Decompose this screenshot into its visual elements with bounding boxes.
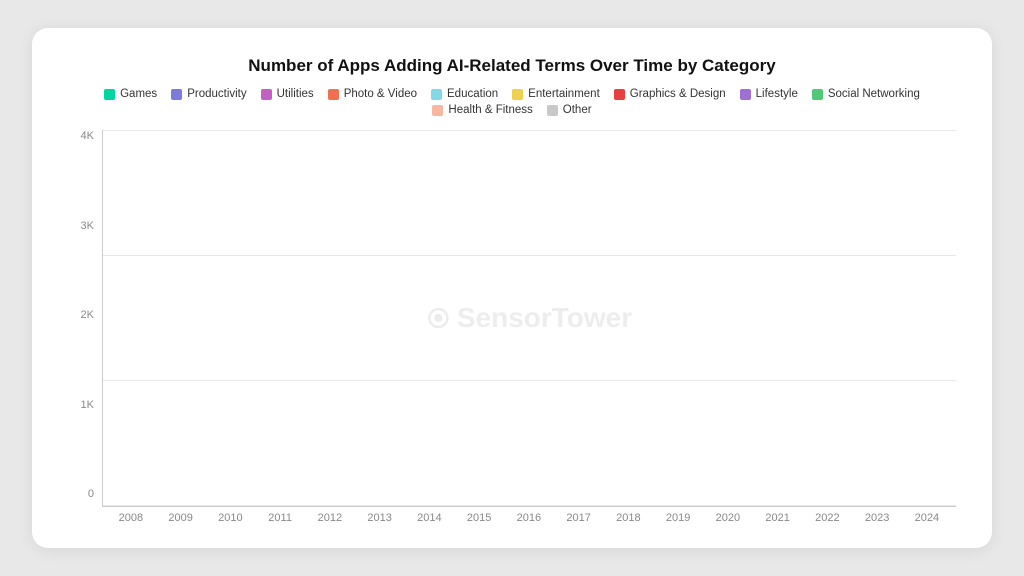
legend-item-entertainment: Entertainment <box>512 88 600 100</box>
x-label: 2023 <box>861 512 893 524</box>
chart-area: 01K2K3K4K SensorTower 200820092010201120… <box>68 130 956 524</box>
x-label: 2013 <box>364 512 396 524</box>
x-label: 2011 <box>264 512 296 524</box>
y-label: 2K <box>68 309 94 321</box>
chart-card: Number of Apps Adding AI-Related Terms O… <box>32 28 992 548</box>
y-label: 4K <box>68 130 94 142</box>
watermark-text: SensorTower <box>457 302 632 334</box>
legend: Games Productivity Utilities Photo & Video E… <box>68 88 956 116</box>
x-label: 2020 <box>712 512 744 524</box>
x-label: 2010 <box>214 512 246 524</box>
x-label: 2008 <box>115 512 147 524</box>
legend-item-productivity: Productivity <box>171 88 246 100</box>
x-labels: 2008 2009 2010 2011 2012 2013 2014 2015 2016 2017… <box>102 507 956 524</box>
legend-item-social-networking: Social Networking <box>812 88 920 100</box>
y-label: 0 <box>68 488 94 500</box>
x-label: 2016 <box>513 512 545 524</box>
x-label: 2019 <box>662 512 694 524</box>
y-label: 3K <box>68 220 94 232</box>
legend-item-health--fitness: Health & Fitness <box>432 104 532 116</box>
x-label: 2021 <box>762 512 794 524</box>
watermark: SensorTower <box>427 302 632 334</box>
y-label: 1K <box>68 399 94 411</box>
bars-row: SensorTower <box>103 130 956 506</box>
legend-item-lifestyle: Lifestyle <box>740 88 798 100</box>
legend-item-graphics--design: Graphics & Design <box>614 88 726 100</box>
x-label: 2018 <box>612 512 644 524</box>
x-label: 2012 <box>314 512 346 524</box>
bars-container: SensorTower <box>102 130 956 507</box>
legend-item-utilities: Utilities <box>261 88 314 100</box>
x-label: 2015 <box>463 512 495 524</box>
chart-inner: SensorTower 2008 2009 2010 2011 2012 2013 2014… <box>102 130 956 524</box>
legend-item-games: Games <box>104 88 157 100</box>
legend-item-education: Education <box>431 88 498 100</box>
legend-item-other: Other <box>547 104 592 116</box>
x-label: 2014 <box>413 512 445 524</box>
x-label: 2017 <box>563 512 595 524</box>
y-axis: 0 1K 2K 3K 4K <box>68 130 102 524</box>
legend-item-photo--video: Photo & Video <box>328 88 417 100</box>
x-label: 2022 <box>811 512 843 524</box>
chart-title: Number of Apps Adding AI-Related Terms O… <box>68 56 956 76</box>
x-label: 2009 <box>165 512 197 524</box>
x-label: 2024 <box>911 512 943 524</box>
